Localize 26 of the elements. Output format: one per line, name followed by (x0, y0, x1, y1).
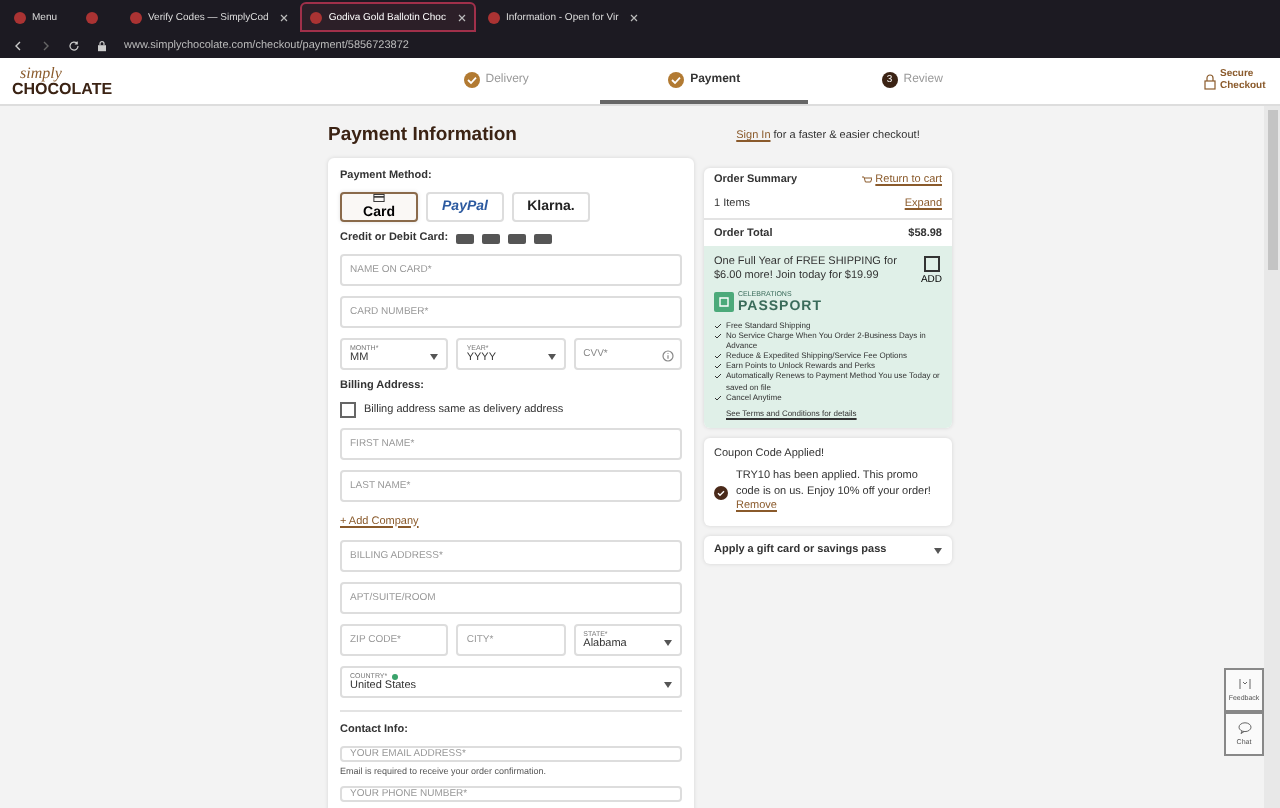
checkbox[interactable] (340, 402, 356, 418)
back-icon[interactable] (12, 40, 24, 52)
forward-icon[interactable] (40, 40, 52, 52)
feedback-icon (1237, 678, 1251, 690)
reload-icon[interactable] (68, 40, 80, 52)
caret-icon (663, 640, 672, 646)
caret-icon (934, 547, 942, 554)
check-icon (463, 71, 480, 87)
site-logo[interactable]: simply CHOCOLATE (12, 65, 113, 97)
check-icon (668, 71, 685, 87)
info-icon (661, 350, 674, 362)
passport-logo-icon (714, 292, 734, 313)
caret-icon (664, 682, 672, 688)
close-icon[interactable] (630, 13, 639, 21)
check-icon (714, 486, 728, 501)
chat-bubble-icon (1237, 722, 1251, 734)
cart-icon (861, 175, 872, 185)
caret-icon (430, 354, 439, 360)
page-title: Payment Information (328, 124, 519, 146)
lock-icon (1204, 73, 1216, 89)
card-icon (372, 194, 386, 202)
lock-icon (96, 40, 108, 52)
close-icon[interactable] (457, 13, 466, 21)
caret-icon (547, 354, 556, 360)
scrollbar[interactable] (1264, 106, 1280, 808)
close-icon[interactable] (280, 13, 289, 21)
